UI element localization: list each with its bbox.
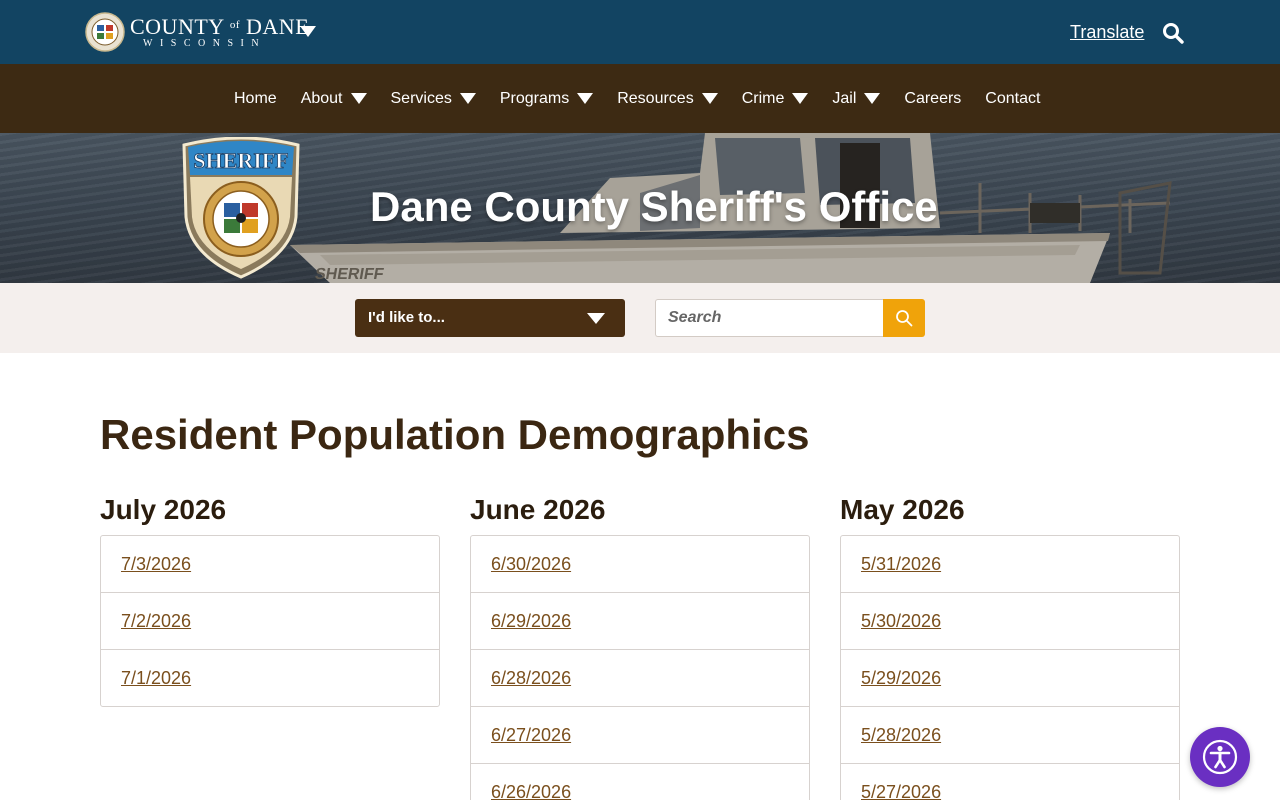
nav-item-label: Home [234, 89, 277, 107]
county-wordmark[interactable]: COUNTY of DANE WISCONSIN [130, 14, 309, 49]
date-link[interactable]: 6/29/2026 [491, 611, 571, 632]
chevron-down-icon [577, 93, 594, 104]
county-of: of [229, 19, 241, 31]
month-heading: May 2026 [840, 494, 965, 525]
translate-link[interactable]: Translate [1070, 20, 1144, 44]
nav-item-label: Resources [617, 89, 694, 107]
county-seal-logo[interactable] [85, 12, 125, 52]
nav-item-services[interactable]: Services [391, 90, 476, 108]
date-list: 6/30/2026 6/29/2026 6/28/2026 6/27/2026 … [470, 535, 810, 800]
tools-bar: I'd like to... [0, 283, 1280, 353]
list-item: 6/29/2026 [471, 592, 809, 649]
nav-item-jail[interactable]: Jail [832, 89, 881, 108]
list-item: 7/2/2026 [101, 592, 439, 649]
month-column-may: May 2026 5/31/2026 5/30/2026 5/29/2026 5… [840, 494, 1180, 800]
list-item: 5/28/2026 [841, 706, 1179, 763]
badge-title: SHERIFF [193, 148, 288, 173]
list-item: 6/27/2026 [471, 706, 809, 763]
hero-banner: SHERIFF SHERIFF Dane County Sheriff's Of… [0, 133, 1280, 283]
chevron-down-icon [350, 93, 367, 104]
month-column-june: June 2026 6/30/2026 6/29/2026 6/28/2026 … [470, 494, 810, 800]
list-item: 6/26/2026 [471, 763, 809, 800]
sheriff-badge-logo[interactable]: SHERIFF [180, 137, 302, 280]
date-link[interactable]: 5/28/2026 [861, 725, 941, 746]
nav-item-careers[interactable]: Careers [904, 90, 961, 108]
month-heading: June 2026 [470, 494, 606, 525]
date-link[interactable]: 7/1/2026 [121, 668, 191, 689]
list-item: 7/1/2026 [101, 649, 439, 706]
date-list: 5/31/2026 5/30/2026 5/29/2026 5/28/2026 … [840, 535, 1180, 800]
chevron-down-icon[interactable] [300, 26, 316, 37]
list-item: 6/30/2026 [471, 536, 809, 592]
list-item: 5/31/2026 [841, 536, 1179, 592]
main-nav-items: Home About Services Programs Resources Crime J… [234, 64, 1040, 133]
date-link[interactable]: 5/27/2026 [861, 782, 941, 800]
nav-item-about[interactable]: About [301, 90, 367, 108]
month-heading: July 2026 [100, 494, 227, 525]
nav-item-label: Services [390, 89, 452, 107]
main-nav: Home About Services Programs Resources Crime J… [0, 64, 1280, 133]
date-link[interactable]: 6/26/2026 [491, 782, 571, 800]
list-item: 7/3/2026 [101, 536, 439, 592]
date-link[interactable]: 6/27/2026 [491, 725, 571, 746]
date-link[interactable]: 7/2/2026 [121, 611, 191, 632]
i-would-like-to-dropdown[interactable]: I'd like to... [355, 299, 625, 337]
date-link[interactable]: 5/29/2026 [861, 668, 941, 689]
search-button[interactable] [883, 299, 925, 337]
month-column-july: July 2026 7/3/2026 7/2/2026 7/1/2026 [100, 494, 440, 707]
accessibility-button[interactable] [1190, 727, 1250, 787]
list-item: 5/30/2026 [841, 592, 1179, 649]
top-bar: COUNTY of DANE WISCONSIN Translate [0, 0, 1280, 64]
nav-item-home[interactable]: Home [234, 90, 277, 108]
nav-item-label: Contact [985, 89, 1041, 107]
date-list: 7/3/2026 7/2/2026 7/1/2026 [100, 535, 440, 707]
date-link[interactable]: 6/28/2026 [491, 668, 571, 689]
nav-item-label: Careers [904, 89, 962, 107]
nav-item-contact[interactable]: Contact [985, 90, 1040, 108]
list-item: 5/29/2026 [841, 649, 1179, 706]
list-item: 5/27/2026 [841, 763, 1179, 800]
chevron-down-icon [701, 93, 718, 104]
accessibility-icon [1202, 739, 1238, 775]
nav-item-programs[interactable]: Programs [499, 89, 594, 108]
chevron-down-icon [864, 93, 881, 104]
date-link[interactable]: 5/30/2026 [861, 611, 941, 632]
i-would-like-to-label: I'd like to... [368, 309, 445, 326]
hero-title: Dane County Sheriff's Office [370, 183, 938, 230]
search-icon[interactable] [1162, 22, 1184, 44]
search-icon [896, 310, 913, 327]
chevron-down-icon [459, 93, 476, 104]
chevron-down-icon [792, 93, 809, 104]
chevron-down-icon [587, 313, 605, 324]
search-input[interactable] [655, 299, 883, 337]
county-state: WISCONSIN [143, 38, 267, 49]
nav-item-label: About [300, 89, 343, 107]
date-link[interactable]: 5/31/2026 [861, 554, 941, 575]
nav-item-resources[interactable]: Resources [617, 89, 718, 108]
nav-item-label: Programs [499, 89, 570, 107]
page-title: Resident Population Demographics [100, 411, 810, 458]
nav-item-label: Jail [832, 89, 857, 107]
list-item: 6/28/2026 [471, 649, 809, 706]
nav-item-label: Crime [741, 89, 785, 107]
county-name: COUNTY [130, 14, 224, 39]
nav-item-crime[interactable]: Crime [742, 90, 809, 108]
date-link[interactable]: 7/3/2026 [121, 554, 191, 575]
date-link[interactable]: 6/30/2026 [491, 554, 571, 575]
